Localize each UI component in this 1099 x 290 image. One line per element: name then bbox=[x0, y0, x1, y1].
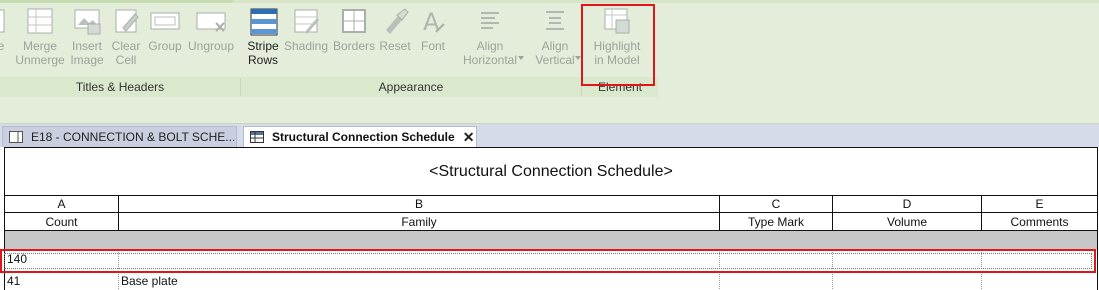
shading-button[interactable]: Shading bbox=[284, 6, 328, 53]
font-button[interactable]: A Font bbox=[416, 6, 450, 53]
column-letter-row: A B C D E bbox=[5, 196, 1097, 213]
highlight-in-model-callout bbox=[581, 4, 655, 86]
column-letter-b[interactable]: B bbox=[119, 196, 720, 212]
selected-row-callout bbox=[0, 249, 1096, 273]
close-icon[interactable]: ✕ bbox=[463, 129, 475, 146]
column-header-row: Count Family Type Mark Volume Comments bbox=[5, 213, 1097, 231]
tab-label: E18 - CONNECTION & BOLT SCHE... bbox=[31, 130, 236, 144]
ribbon-panels: e Merge Unmerge Insert Image Clear Cell … bbox=[0, 3, 1099, 77]
insert-image-label: Insert Image bbox=[70, 39, 104, 67]
stripe-rows-icon bbox=[250, 8, 278, 36]
tab-structural-connection-schedule[interactable]: Structural Connection Schedule ✕ bbox=[243, 126, 477, 147]
align-vertical-label: Align Vertical bbox=[535, 39, 575, 67]
group-label: Group bbox=[148, 39, 182, 53]
merge-cells-icon bbox=[27, 8, 53, 34]
merge-unmerge-label: Merge Unmerge bbox=[15, 39, 65, 67]
reset-brush-icon bbox=[386, 8, 409, 34]
view-tab-bar: E18 - CONNECTION & BOLT SCHE... Structur… bbox=[0, 124, 1099, 147]
align-horizontal-label: Align Horizontal bbox=[462, 39, 518, 67]
column-letter-a[interactable]: A bbox=[5, 196, 119, 212]
header-type-mark[interactable]: Type Mark bbox=[720, 213, 833, 230]
clear-cell-label: Clear Cell bbox=[111, 39, 141, 67]
schedule-icon bbox=[250, 131, 264, 143]
panel-titles-headers: Titles & Headers bbox=[0, 77, 240, 97]
column-letter-c[interactable]: C bbox=[720, 196, 833, 212]
clear-cell-icon bbox=[115, 9, 139, 33]
panel-divider bbox=[240, 78, 241, 96]
insert-image-button[interactable]: Insert Image bbox=[68, 6, 106, 67]
ribbon-bottom-band bbox=[0, 97, 1099, 124]
header-comments[interactable]: Comments bbox=[982, 213, 1097, 230]
panel-appearance: Appearance bbox=[241, 77, 581, 97]
reset-label: Reset bbox=[379, 39, 411, 53]
tab-label: Structural Connection Schedule bbox=[272, 130, 455, 144]
stripe-rows-label: Stripe Rows bbox=[247, 39, 279, 67]
borders-button[interactable]: Borders bbox=[332, 6, 376, 53]
cut-off-button[interactable]: e bbox=[0, 6, 6, 53]
cell-comments[interactable] bbox=[982, 272, 1097, 290]
group-icon bbox=[150, 12, 180, 30]
group-button[interactable]: Group bbox=[146, 6, 184, 53]
align-horizontal-icon bbox=[481, 12, 499, 29]
reset-button[interactable]: Reset bbox=[378, 6, 412, 53]
borders-label: Borders bbox=[332, 39, 376, 53]
schedule-title[interactable]: <Structural Connection Schedule> bbox=[5, 147, 1097, 196]
align-vertical-icon bbox=[546, 11, 564, 30]
align-horizontal-dropdown-arrow[interactable] bbox=[518, 56, 524, 60]
font-icon: A bbox=[423, 8, 445, 36]
merge-unmerge-button[interactable]: Merge Unmerge bbox=[15, 6, 65, 67]
header-volume[interactable]: Volume bbox=[833, 213, 982, 230]
align-horizontal-button[interactable]: Align Horizontal bbox=[458, 6, 522, 67]
header-family[interactable]: Family bbox=[119, 213, 720, 230]
ribbon: e Merge Unmerge Insert Image Clear Cell … bbox=[0, 0, 1099, 124]
header-count[interactable]: Count bbox=[5, 213, 119, 230]
cell-type-mark[interactable] bbox=[720, 272, 833, 290]
font-label: Font bbox=[420, 39, 445, 53]
ungroup-button[interactable]: Ungroup bbox=[186, 6, 236, 53]
cell-family[interactable]: Base plate bbox=[119, 272, 720, 290]
shading-label: Shading bbox=[283, 39, 329, 53]
ungroup-icon bbox=[196, 12, 226, 32]
align-vertical-button[interactable]: Align Vertical bbox=[532, 6, 578, 67]
cell-volume[interactable] bbox=[833, 272, 982, 290]
tab-connection-bolt-schedule[interactable]: E18 - CONNECTION & BOLT SCHE... bbox=[2, 126, 237, 147]
column-letter-d[interactable]: D bbox=[833, 196, 982, 212]
borders-icon bbox=[342, 9, 366, 33]
header-spacer-band bbox=[5, 231, 1097, 250]
ungroup-label: Ungroup bbox=[187, 39, 235, 53]
column-letter-e[interactable]: E bbox=[982, 196, 1097, 212]
shading-icon bbox=[294, 9, 319, 34]
panel-label-row: Titles & Headers Appearance Element bbox=[0, 77, 1099, 97]
insert-image-icon bbox=[74, 9, 101, 35]
revit-window: e Merge Unmerge Insert Image Clear Cell … bbox=[0, 0, 1099, 290]
cell-count[interactable]: 41 bbox=[5, 272, 119, 290]
stripe-rows-button[interactable]: Stripe Rows bbox=[244, 6, 282, 67]
clear-cell-button[interactable]: Clear Cell bbox=[108, 6, 144, 67]
sheet-icon bbox=[9, 131, 23, 143]
table-row[interactable]: 41 Base plate bbox=[5, 272, 1097, 290]
